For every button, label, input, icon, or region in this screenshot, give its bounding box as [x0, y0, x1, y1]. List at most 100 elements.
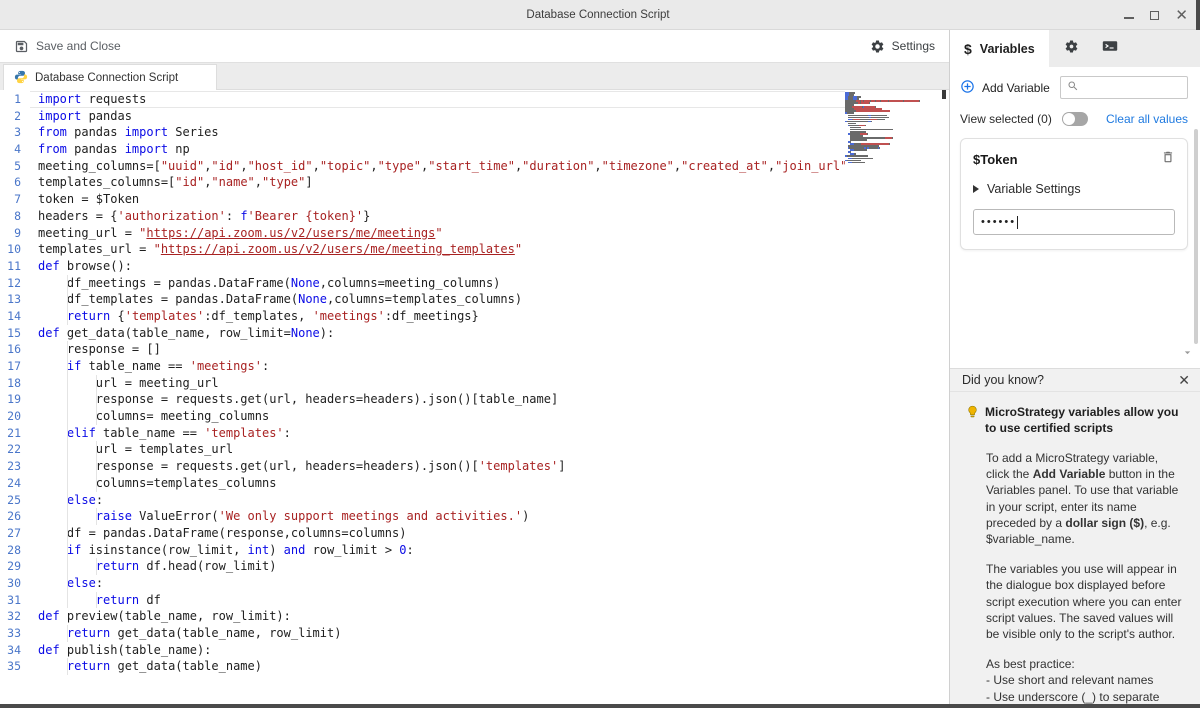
view-selected-toggle[interactable]	[1062, 112, 1088, 126]
search-icon	[1067, 79, 1079, 97]
save-and-close-button[interactable]: Save and Close	[14, 39, 121, 54]
did-you-know-title: Did you know?	[962, 373, 1044, 387]
code-line[interactable]: columns= meeting_columns	[30, 408, 845, 425]
code-line[interactable]: df_meetings = pandas.DataFrame(None,colu…	[30, 275, 845, 292]
did-you-know-section: Did you know? ✕ MicroStrategy variables …	[950, 368, 1200, 704]
gear-badge-icon	[1064, 39, 1079, 59]
editor-scrollbar-thumb[interactable]	[942, 90, 946, 99]
variable-card-token: $Token Variable Settings ••••••	[960, 138, 1188, 250]
code-line[interactable]: return df	[30, 592, 845, 609]
app-window: Database Connection Script ✕ Save and Cl…	[0, 0, 1200, 708]
add-variable-button[interactable]: Add Variable	[960, 79, 1050, 97]
variables-tab-label: Variables	[980, 42, 1035, 56]
code-line[interactable]: from pandas import np	[30, 141, 845, 158]
tab-label: Database Connection Script	[35, 72, 178, 84]
tip-bullet: - Use short and relevant names	[986, 672, 1188, 689]
code-line[interactable]: else:	[30, 575, 845, 592]
scroll-more-indicator[interactable]	[1181, 346, 1194, 364]
line-number-gutter: 1234567891011121314151617181920212223242…	[0, 91, 30, 704]
code-line[interactable]: df = pandas.DataFrame(response,columns=c…	[30, 525, 845, 542]
close-button[interactable]: ✕	[1175, 8, 1188, 23]
tip-paragraph: To add a MicroStrategy variable, click t…	[986, 450, 1184, 547]
code-line[interactable]: if isinstance(row_limit, int) and row_li…	[30, 542, 845, 559]
tip-title: MicroStrategy variables allow you to use…	[985, 404, 1188, 436]
tab-console[interactable]	[1095, 30, 1125, 67]
tip-paragraph: The variables you use will appear in the…	[986, 561, 1184, 642]
code-line[interactable]: return df.head(row_limit)	[30, 558, 845, 575]
code-line[interactable]: raise ValueError('We only support meetin…	[30, 508, 845, 525]
settings-label: Settings	[892, 39, 935, 53]
toolbar: Save and Close Settings	[0, 30, 949, 62]
tip-paragraph: As best practice:	[986, 656, 1184, 672]
variables-panel: $ Variables	[950, 30, 1200, 704]
code-line[interactable]: token = $Token	[30, 191, 845, 208]
plus-circle-icon	[960, 79, 975, 97]
code-line[interactable]: return get_data(table_name)	[30, 658, 845, 675]
tab-packages[interactable]	[1057, 30, 1087, 67]
terminal-icon	[1102, 39, 1118, 58]
save-and-close-label: Save and Close	[36, 39, 121, 53]
close-tip-icon[interactable]: ✕	[1178, 373, 1190, 387]
code-line[interactable]: if table_name == 'meetings':	[30, 358, 845, 375]
trash-icon[interactable]	[1161, 150, 1175, 169]
main-area: Save and Close Settings	[0, 30, 1196, 704]
view-selected-label: View selected (0)	[960, 112, 1052, 126]
code-line[interactable]: else:	[30, 492, 845, 509]
variables-list-area: Add Variable View selected (0) Clear all…	[950, 67, 1200, 368]
code-line[interactable]: url = templates_url	[30, 441, 845, 458]
code-line[interactable]: templates_url = "https://api.zoom.us/v2/…	[30, 241, 845, 258]
code-line[interactable]: elif table_name == 'templates':	[30, 425, 845, 442]
code-line[interactable]: def preview(table_name, row_limit):	[30, 608, 845, 625]
code-line[interactable]: return {'templates':df_templates, 'meeti…	[30, 308, 845, 325]
search-input[interactable]	[1079, 82, 1169, 94]
code-line[interactable]: def get_data(table_name, row_limit=None)…	[30, 325, 845, 342]
dollar-icon: $	[964, 41, 972, 57]
gear-icon	[870, 39, 885, 54]
settings-button[interactable]: Settings	[870, 39, 935, 54]
window-controls: ✕	[1124, 0, 1188, 30]
code-line[interactable]: response = []	[30, 341, 845, 358]
code-line[interactable]: def publish(table_name):	[30, 642, 845, 659]
clear-all-values-link[interactable]: Clear all values	[1106, 112, 1188, 126]
variable-search[interactable]	[1060, 76, 1188, 99]
code-content[interactable]: import requestsimport pandasfrom pandas …	[30, 91, 845, 704]
code-line[interactable]: def browse():	[30, 258, 845, 275]
lightbulb-icon	[966, 405, 979, 436]
tab-variables[interactable]: $ Variables	[950, 30, 1049, 67]
variable-value-input[interactable]: ••••••	[973, 209, 1175, 235]
code-line[interactable]: response = requests.get(url, headers=hea…	[30, 458, 845, 475]
python-logo-icon	[14, 70, 28, 87]
tip-bullet: - Use underscore (_) to separate words	[986, 689, 1188, 704]
code-editor[interactable]: 1234567891011121314151617181920212223242…	[0, 90, 949, 704]
text-caret	[1017, 216, 1018, 229]
code-line[interactable]: response = requests.get(url, headers=hea…	[30, 391, 845, 408]
code-line[interactable]: columns=templates_columns	[30, 475, 845, 492]
code-line[interactable]: df_templates = pandas.DataFrame(None,col…	[30, 291, 845, 308]
code-line[interactable]: meeting_columns=["uuid","id","host_id","…	[30, 158, 845, 175]
add-variable-label: Add Variable	[982, 81, 1050, 95]
variable-settings-label: Variable Settings	[987, 182, 1081, 196]
triangle-right-icon	[973, 185, 979, 193]
panel-scrollbar-thumb[interactable]	[1194, 129, 1198, 344]
tab-strip: Database Connection Script	[0, 62, 949, 90]
code-line[interactable]: url = meeting_url	[30, 375, 845, 392]
code-line[interactable]: meeting_url = "https://api.zoom.us/v2/us…	[30, 225, 845, 242]
minimize-button[interactable]	[1124, 17, 1134, 19]
code-line[interactable]: import requests	[30, 91, 845, 108]
code-line[interactable]: import pandas	[30, 108, 845, 125]
editor-pane: Save and Close Settings	[0, 30, 950, 704]
title-bar: Database Connection Script ✕	[0, 0, 1196, 30]
window-title: Database Connection Script	[0, 9, 1196, 21]
code-line[interactable]: from pandas import Series	[30, 124, 845, 141]
code-line[interactable]: return get_data(table_name, row_limit)	[30, 625, 845, 642]
code-line[interactable]: templates_columns=["id","name","type"]	[30, 174, 845, 191]
tab-database-connection-script[interactable]: Database Connection Script	[3, 64, 217, 91]
maximize-button[interactable]	[1150, 11, 1159, 20]
panel-tabs: $ Variables	[950, 30, 1200, 67]
variable-name: $Token	[973, 152, 1018, 167]
save-icon	[14, 39, 29, 54]
minimap[interactable]	[845, 91, 949, 704]
code-line[interactable]: headers = {'authorization': f'Bearer {to…	[30, 208, 845, 225]
masked-value: ••••••	[981, 217, 1016, 228]
variable-settings-expander[interactable]: Variable Settings	[973, 182, 1175, 196]
